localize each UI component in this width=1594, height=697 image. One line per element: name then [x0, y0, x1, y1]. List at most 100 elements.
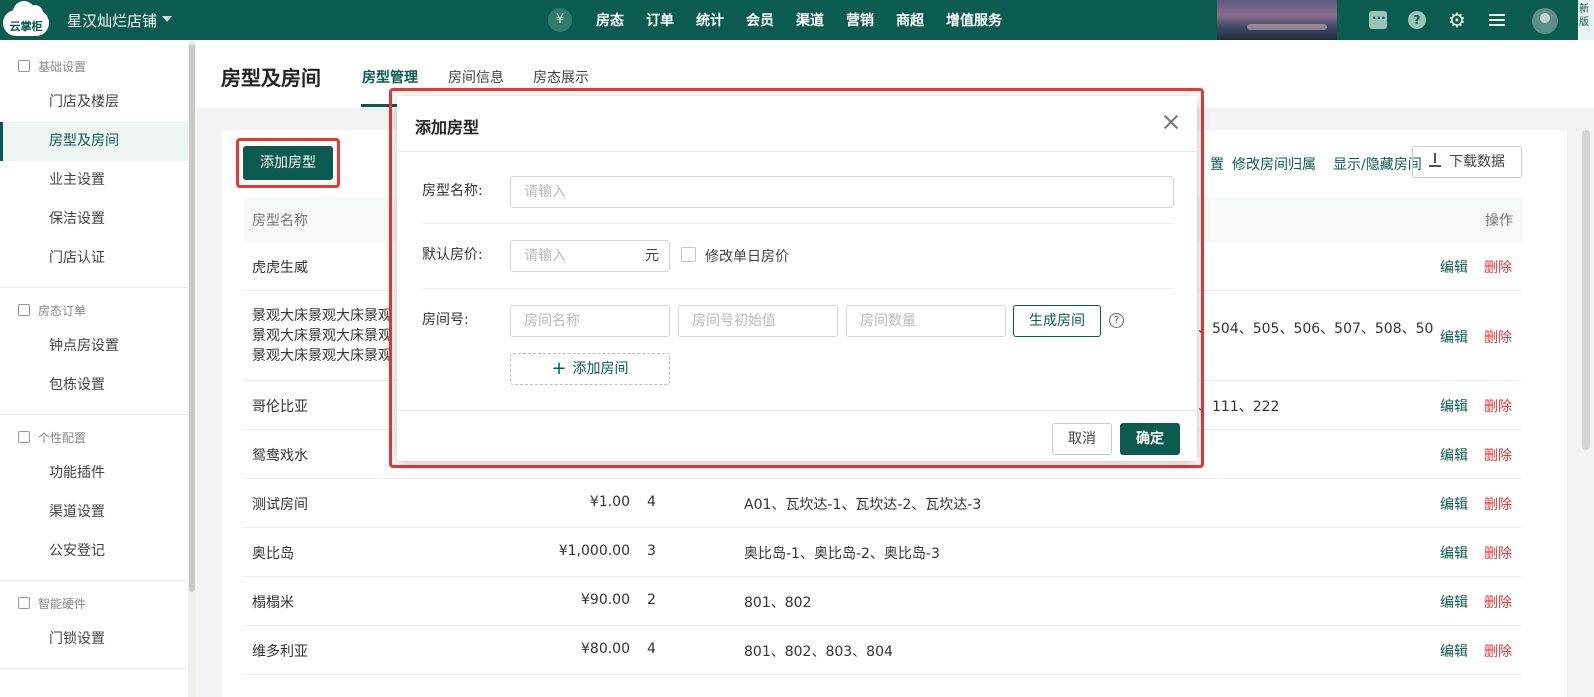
room-start-number-input[interactable]: 房间号初始值	[678, 305, 838, 337]
sidebar-group-basic: 基础设置	[18, 58, 86, 75]
delete-link[interactable]: 删除	[1484, 257, 1512, 277]
cell-name: 鸳鸯戏水	[252, 448, 308, 464]
table-row: 榻榻米 ¥90.00 2 801、802 编辑 删除	[243, 577, 1523, 626]
delete-link[interactable]: 删除	[1484, 396, 1512, 416]
help-icon[interactable]: ?	[1109, 313, 1124, 328]
generate-rooms-button[interactable]: 生成房间	[1013, 305, 1101, 337]
logo[interactable]: 云掌柜	[3, 1, 49, 36]
sidebar-item-store-auth[interactable]: 门店认证	[0, 239, 188, 278]
delete-link[interactable]: 删除	[1484, 543, 1512, 563]
edit-link[interactable]: 编辑	[1440, 543, 1468, 563]
sidebar-item-police-registration[interactable]: 公安登记	[0, 532, 188, 571]
cell-rooms: 、111、222	[1198, 399, 1280, 415]
nav-marketing[interactable]: 营销	[846, 10, 874, 30]
divider	[0, 668, 188, 669]
download-data-button[interactable]: 下载数据	[1412, 146, 1522, 178]
divider	[421, 223, 1173, 224]
default-price-label: 默认房价:	[422, 247, 483, 263]
room-count-input[interactable]: 房间数量	[846, 305, 1006, 337]
table-row: 奥比岛 ¥1,000.00 3 奥比岛-1、奥比岛-2、奥比岛-3 编辑 删除	[243, 528, 1523, 577]
message-icon[interactable]	[1369, 8, 1387, 29]
gear-icon[interactable]: ⚙	[1448, 10, 1466, 30]
cell-count: 2	[647, 592, 656, 608]
cell-name: 奥比岛	[252, 546, 294, 562]
menu-icon[interactable]	[1488, 11, 1506, 29]
sidebar: 基础设置 门店及楼层 房型及房间 业主设置 保洁设置 门店认证 房态订单 钟点房…	[0, 40, 196, 697]
nav-fangtai[interactable]: 房态	[596, 10, 624, 30]
sidebar-item-whole-building[interactable]: 包栋设置	[0, 366, 188, 405]
show-hide-rooms-link[interactable]: 显示/隐藏房间	[1333, 154, 1422, 174]
promo-banner[interactable]	[1217, 0, 1337, 42]
edit-link[interactable]: 编辑	[1440, 494, 1468, 514]
cancel-button[interactable]: 取消	[1052, 423, 1112, 455]
sidebar-group-hardware: 智能硬件	[18, 595, 86, 612]
nav-value-services[interactable]: 增值服务	[946, 10, 1002, 30]
edit-link[interactable]: 编辑	[1440, 327, 1468, 347]
delete-link[interactable]: 删除	[1484, 641, 1512, 661]
main-nav: 房态 订单 统计 会员 渠道 营销 商超 增值服务	[596, 0, 1024, 40]
sidebar-item-room-types[interactable]: 房型及房间	[0, 122, 188, 161]
logo-text: 云掌柜	[9, 20, 43, 33]
modify-daily-price-label[interactable]: 修改单日房价	[705, 246, 789, 266]
table-row: 维多利亚 ¥80.00 4 801、802、803、804 编辑 删除	[243, 626, 1523, 675]
nav-mall[interactable]: 商超	[896, 10, 924, 30]
cell-count: 3	[647, 543, 656, 559]
cell-price: ¥90.00	[581, 592, 630, 608]
sidebar-item-cleaning[interactable]: 保洁设置	[0, 200, 188, 239]
nav-members[interactable]: 会员	[746, 10, 774, 30]
edit-link[interactable]: 编辑	[1440, 592, 1468, 612]
tab-room-type-management[interactable]: 房型管理	[362, 67, 418, 87]
room-type-name-input[interactable]: 请输入	[510, 176, 1174, 208]
divider	[397, 151, 1197, 152]
sidebar-group-personal: 个性配置	[18, 429, 86, 446]
nav-channels[interactable]: 渠道	[796, 10, 824, 30]
cell-name: 维多利亚	[252, 644, 308, 660]
sidebar-item-door-lock[interactable]: 门锁设置	[0, 620, 188, 659]
confirm-button[interactable]: 确定	[1120, 423, 1180, 455]
nav-orders[interactable]: 订单	[646, 10, 674, 30]
hardware-icon	[18, 597, 30, 609]
content-scrollbar[interactable]	[1582, 130, 1590, 450]
delete-link[interactable]: 删除	[1484, 494, 1512, 514]
add-room-button[interactable]: + 添加房间	[510, 353, 670, 385]
default-price-input[interactable]: 请输入元	[510, 240, 670, 272]
caret-down-icon[interactable]	[162, 16, 172, 22]
cell-rooms: A01、瓦坎达-1、瓦坎达-2、瓦坎达-3	[744, 497, 982, 513]
cell-name: 景观大床景观大床景观大床 景观大床景观大床景观大床 景观大床景观大床景观大床	[252, 308, 392, 364]
help-icon[interactable]: ?	[1408, 11, 1426, 29]
edit-link[interactable]: 编辑	[1440, 257, 1468, 277]
tab-room-info[interactable]: 房间信息	[448, 67, 504, 87]
toolbar-link-settings[interactable]: 置	[1210, 154, 1224, 174]
new-version-tag[interactable]: 新版	[1578, 0, 1594, 42]
sidebar-group-orders: 房态订单	[18, 302, 86, 319]
delete-link[interactable]: 删除	[1484, 445, 1512, 465]
cell-name: 虎虎生威	[252, 260, 308, 276]
room-name-input[interactable]: 房间名称	[510, 305, 670, 337]
download-icon	[1429, 153, 1441, 167]
edit-link[interactable]: 编辑	[1440, 396, 1468, 416]
modify-room-ownership-link[interactable]: 修改房间归属	[1232, 154, 1316, 174]
calendar-icon	[18, 304, 30, 316]
edit-link[interactable]: 编辑	[1440, 641, 1468, 661]
divider	[0, 414, 188, 415]
config-icon	[18, 431, 30, 443]
delete-link[interactable]: 删除	[1484, 327, 1512, 347]
close-icon[interactable]	[1163, 114, 1179, 130]
avatar[interactable]	[1532, 8, 1558, 34]
sidebar-scrollbar[interactable]	[188, 40, 196, 697]
sidebar-item-store-floors[interactable]: 门店及楼层	[0, 83, 188, 122]
edit-link[interactable]: 编辑	[1440, 445, 1468, 465]
store-name[interactable]: 星汉灿烂店铺	[67, 10, 157, 31]
delete-link[interactable]: 删除	[1484, 592, 1512, 612]
sidebar-item-plugins[interactable]: 功能插件	[0, 454, 188, 493]
modify-daily-price-checkbox[interactable]	[681, 247, 696, 262]
tab-room-status-display[interactable]: 房态展示	[533, 67, 589, 87]
sidebar-item-hourly-room[interactable]: 钟点房设置	[0, 327, 188, 366]
sidebar-item-owners[interactable]: 业主设置	[0, 161, 188, 200]
yen-icon[interactable]: ¥	[548, 8, 572, 32]
sidebar-item-channel-settings[interactable]: 渠道设置	[0, 493, 188, 532]
nav-stats[interactable]: 统计	[696, 10, 724, 30]
header-actions: 操作	[1485, 213, 1513, 229]
home-icon	[18, 60, 30, 72]
table-row: 测试房间 ¥1.00 4 A01、瓦坎达-1、瓦坎达-2、瓦坎达-3 编辑 删除	[243, 479, 1523, 528]
